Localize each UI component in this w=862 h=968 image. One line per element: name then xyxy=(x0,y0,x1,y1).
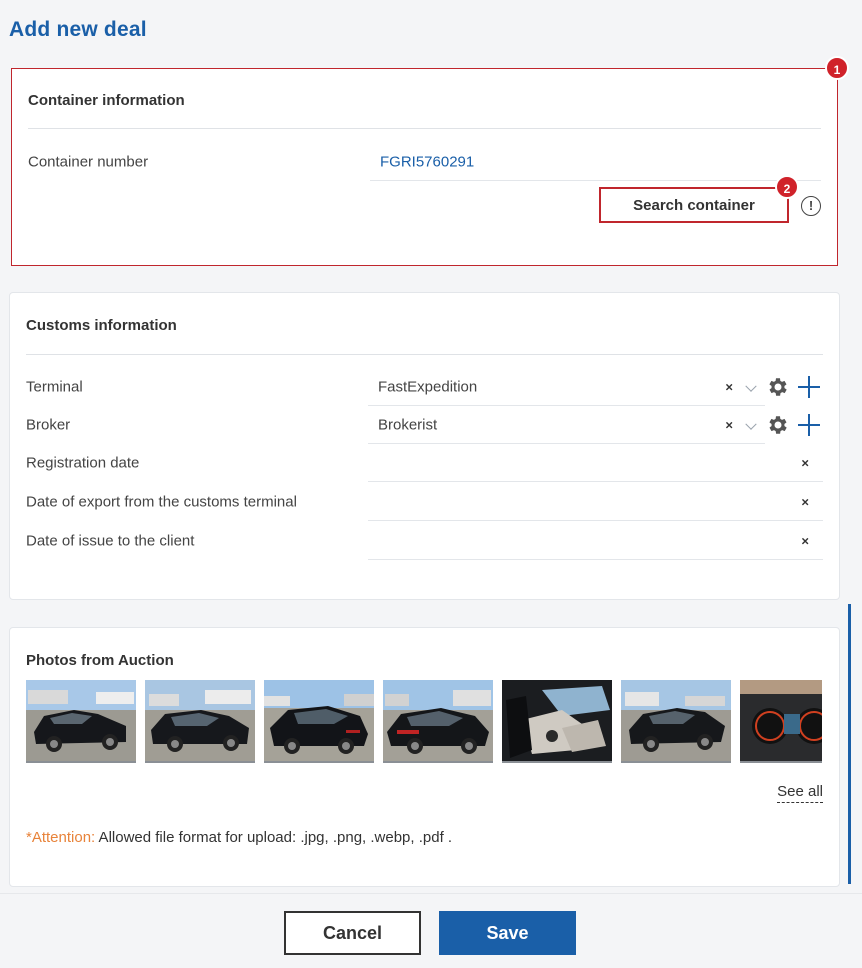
plus-icon[interactable] xyxy=(797,375,821,399)
clear-icon[interactable]: × xyxy=(725,379,733,394)
terminal-row: Terminal FastExpedition × xyxy=(26,368,823,406)
registration-date-input[interactable]: × xyxy=(368,444,823,482)
container-info-card: Container information Container number F… xyxy=(11,68,838,266)
step-badge-1: 1 xyxy=(825,56,849,80)
container-number-value: FGRI5760291 xyxy=(380,153,475,170)
auction-photo-4[interactable] xyxy=(383,680,493,763)
broker-row: Broker Brokerist × xyxy=(26,406,823,444)
auction-photo-2[interactable] xyxy=(145,680,255,763)
see-all-link[interactable]: See all xyxy=(777,783,823,803)
terminal-select[interactable]: FastExpedition × xyxy=(368,368,765,406)
terminal-label: Terminal xyxy=(26,378,83,396)
container-number-label: Container number xyxy=(28,153,149,171)
photos-title: Photos from Auction xyxy=(26,652,174,669)
footer-divider xyxy=(0,893,862,894)
scrollbar[interactable] xyxy=(848,604,851,884)
terminal-value: FastExpedition xyxy=(378,378,478,395)
auction-photo-6[interactable] xyxy=(621,680,731,763)
export-date-label: Date of export from the customs terminal xyxy=(26,493,297,511)
attention-prefix: *Attention: xyxy=(26,829,96,846)
container-info-title: Container information xyxy=(28,92,185,109)
chevron-down-icon[interactable] xyxy=(745,418,757,430)
auction-photo-7[interactable] xyxy=(740,680,822,763)
save-button[interactable]: Save xyxy=(439,911,576,955)
gear-icon[interactable] xyxy=(765,413,789,437)
plus-icon[interactable] xyxy=(797,413,821,437)
upload-attention-note: *Attention: Allowed file format for uplo… xyxy=(26,829,452,846)
page-title: Add new deal xyxy=(9,18,147,41)
auction-photo-1[interactable] xyxy=(26,680,136,763)
broker-select[interactable]: Brokerist × xyxy=(368,406,765,444)
divider xyxy=(28,128,821,129)
info-icon[interactable]: ! xyxy=(801,196,821,216)
cancel-button[interactable]: Cancel xyxy=(284,911,421,955)
issue-date-label: Date of issue to the client xyxy=(26,532,195,550)
container-number-input[interactable]: FGRI5760291 xyxy=(370,143,821,181)
broker-label: Broker xyxy=(26,416,71,434)
clear-icon[interactable]: × xyxy=(801,455,809,470)
export-date-input[interactable]: × xyxy=(368,483,823,521)
step-badge-2: 2 xyxy=(775,175,799,199)
gear-icon[interactable] xyxy=(765,375,789,399)
registration-date-label: Registration date xyxy=(26,454,140,472)
search-container-button[interactable]: Search container xyxy=(599,187,789,223)
photos-card: Photos from Auction See all *Attention: … xyxy=(9,627,840,887)
export-date-row: Date of export from the customs terminal… xyxy=(26,483,823,521)
clear-icon[interactable]: × xyxy=(725,417,733,432)
auction-photo-5[interactable] xyxy=(502,680,612,763)
customs-info-title: Customs information xyxy=(26,317,177,334)
divider xyxy=(26,354,823,355)
attention-text: Allowed file format for upload: .jpg, .p… xyxy=(95,829,453,846)
broker-value: Brokerist xyxy=(378,416,438,433)
auction-photo-3[interactable] xyxy=(264,680,374,763)
clear-icon[interactable]: × xyxy=(801,494,809,509)
issue-date-input[interactable]: × xyxy=(368,522,823,560)
registration-date-row: Registration date × xyxy=(26,444,823,482)
customs-info-card: Customs information Terminal FastExpedit… xyxy=(9,292,840,600)
chevron-down-icon[interactable] xyxy=(745,380,757,392)
clear-icon[interactable]: × xyxy=(801,533,809,548)
container-number-row: Container number FGRI5760291 xyxy=(28,143,821,181)
photo-strip xyxy=(26,680,822,763)
issue-date-row: Date of issue to the client × xyxy=(26,522,823,560)
